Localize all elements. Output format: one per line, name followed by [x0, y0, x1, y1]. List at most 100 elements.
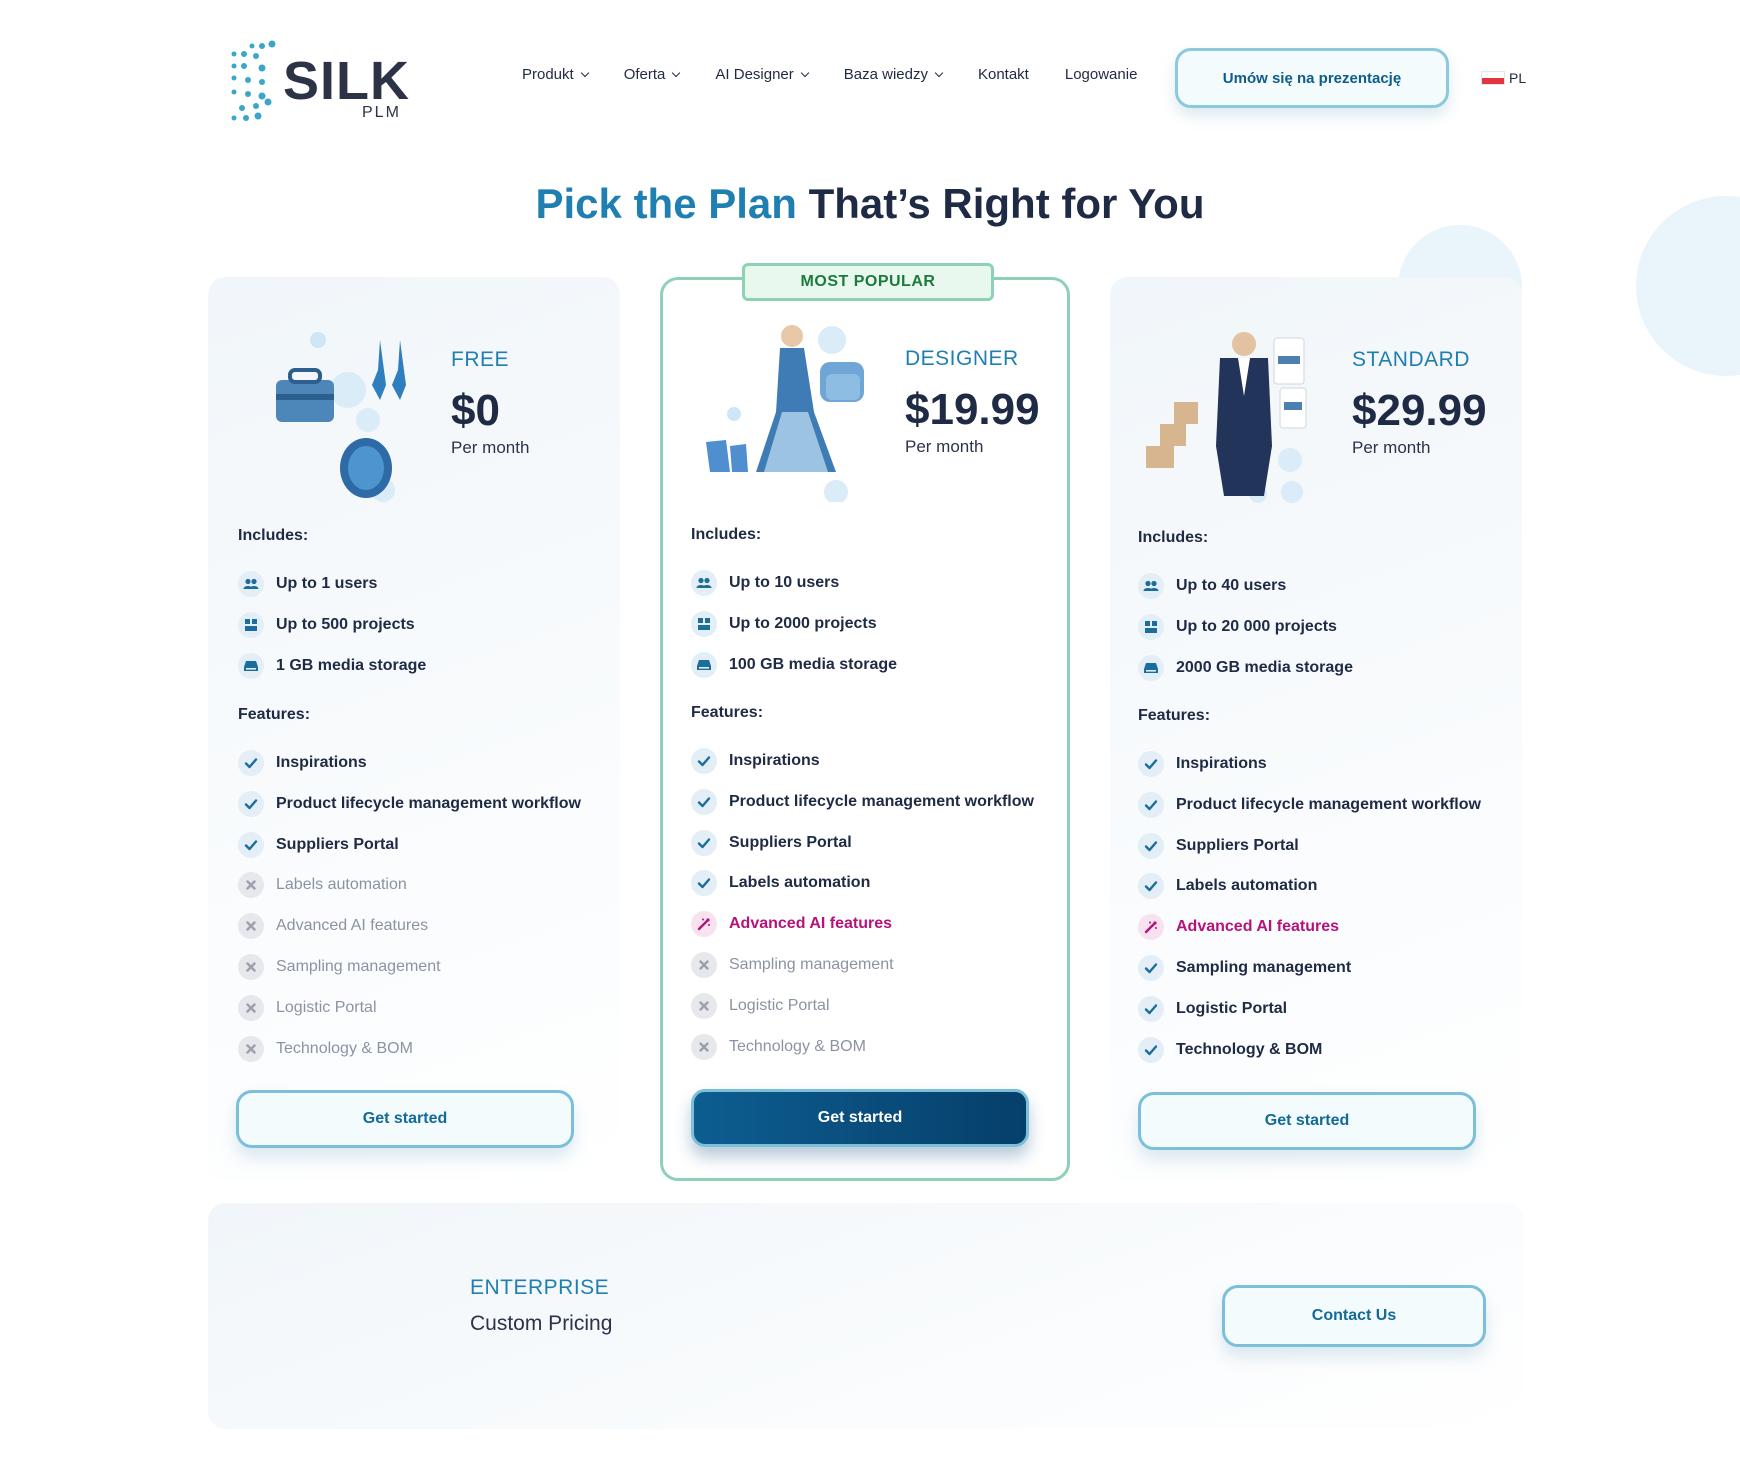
include-item-label: Up to 10 users: [729, 574, 840, 591]
check-icon: [238, 790, 264, 817]
check-icon: [1138, 791, 1164, 818]
nav-label: Oferta: [623, 66, 666, 83]
nav-item-oferta[interactable]: Oferta: [623, 66, 681, 83]
designer-plan-illustration: [706, 325, 864, 502]
users-icon: [238, 571, 264, 597]
users-icon: [1138, 573, 1164, 599]
get-started-button-free[interactable]: Get started: [236, 1090, 574, 1148]
page-title-accent: Pick the Plan: [535, 180, 797, 227]
storage-icon: [691, 651, 717, 678]
cross-icon: [691, 1033, 717, 1060]
logo-dots-icon: [231, 40, 276, 121]
feature-item: Labels automation: [1138, 873, 1318, 900]
feature-item-label: Technology & BOM: [276, 1039, 413, 1057]
nav-label: Kontakt: [977, 66, 1029, 83]
check-icon: [1138, 995, 1164, 1022]
feature-item-label: Advanced AI features: [1176, 918, 1340, 936]
feature-item-label: Labels automation: [276, 876, 407, 894]
site-header: SILK PLM Produkt Oferta AI Designer Baza…: [0, 0, 1740, 160]
include-item-label: Up to 20 000 projects: [1176, 617, 1337, 635]
feature-item-label: Advanced AI features: [729, 915, 893, 933]
logo-subtitle: PLM: [362, 104, 401, 121]
silk-plm-logo[interactable]: SILK PLM: [228, 40, 409, 128]
language-switcher[interactable]: PL: [1481, 70, 1526, 86]
feature-item: Logistic Portal: [691, 992, 830, 1019]
get-started-button-standard[interactable]: Get started: [1138, 1092, 1476, 1150]
feature-item-label: Sampling management: [729, 956, 894, 973]
cross-icon: [691, 952, 717, 978]
feature-item-label: Advanced AI features: [276, 917, 429, 935]
feature-item: Logistic Portal: [1138, 995, 1288, 1022]
book-demo-button[interactable]: Umów się na prezentację: [1175, 48, 1449, 108]
features-label: Features:: [691, 704, 764, 721]
chevron-down-icon: [934, 68, 944, 77]
feature-item: Technology & BOM: [691, 1033, 866, 1060]
projects-icon: [238, 611, 264, 638]
feature-item-label: Sampling management: [1176, 959, 1352, 976]
feature-item: Sampling management: [238, 954, 441, 980]
feature-item-label: Product lifecycle management workflow: [1176, 795, 1481, 813]
features-label: Features:: [238, 706, 311, 723]
include-item: Up to 1 users: [238, 571, 377, 597]
nav-label: AI Designer: [715, 66, 794, 83]
check-icon: [1138, 832, 1164, 859]
include-item-label: 100 GB media storage: [729, 655, 898, 673]
include-item: 1 GB media storage: [238, 652, 426, 679]
check-icon: [691, 870, 717, 897]
check-icon: [238, 750, 264, 776]
check-icon: [238, 831, 264, 858]
include-item-label: Up to 40 users: [1176, 577, 1287, 594]
include-item: 2000 GB media storage: [1138, 654, 1353, 681]
nav-item-produkt[interactable]: Produkt: [522, 66, 589, 83]
plan-name: FREE: [451, 348, 510, 371]
contact-us-button[interactable]: Contact Us: [1222, 1285, 1486, 1347]
projects-icon: [691, 610, 717, 637]
feature-item: Suppliers Portal: [238, 831, 399, 858]
cross-icon: [238, 872, 264, 899]
include-item: Up to 500 projects: [238, 611, 415, 638]
include-item: Up to 2000 projects: [691, 610, 877, 637]
include-item: Up to 10 users: [691, 570, 839, 596]
feature-item: Suppliers Portal: [691, 829, 852, 856]
feature-item-label: Product lifecycle management workflow: [276, 794, 581, 812]
chevron-down-icon: [580, 68, 589, 77]
include-item-label: Up to 500 projects: [276, 615, 415, 633]
check-icon: [691, 788, 717, 815]
feature-item-label: Logistic Portal: [729, 996, 830, 1014]
feature-item-label: Labels automation: [729, 874, 871, 892]
get-started-button-designer[interactable]: Get started: [691, 1089, 1029, 1147]
feature-item: Inspirations: [691, 748, 820, 774]
feature-item-label: Logistic Portal: [276, 998, 377, 1016]
feature-item-label: Inspirations: [729, 752, 820, 769]
include-item: Up to 40 users: [1138, 573, 1286, 599]
feature-item-label: Suppliers Portal: [1176, 836, 1299, 854]
nav-item-kontakt[interactable]: Kontakt: [978, 66, 1029, 83]
feature-item: Labels automation: [238, 872, 407, 899]
plan-name: STANDARD: [1352, 348, 1470, 371]
check-icon: [1138, 751, 1164, 777]
standard-plan-illustration: [1146, 332, 1307, 503]
feature-item-label: Labels automation: [1176, 877, 1318, 895]
feature-item-label: Inspirations: [276, 754, 367, 771]
nav-item-ai-designer[interactable]: AI Designer: [715, 66, 810, 83]
flag-pl-icon: [1481, 71, 1505, 85]
feature-item: Sampling management: [1138, 955, 1351, 981]
main-nav: Produkt Oferta AI Designer Baza wiedzy K…: [522, 66, 1173, 83]
storage-icon: [1138, 654, 1164, 681]
page-title: Pick the Plan That’s Right for You: [0, 180, 1740, 228]
plan-period: Per month: [905, 437, 984, 456]
feature-item: Sampling management: [691, 952, 894, 978]
include-item-label: Up to 2000 projects: [729, 614, 877, 632]
nav-item-baza-wiedzy[interactable]: Baza wiedzy: [844, 66, 944, 83]
cross-icon: [238, 913, 264, 940]
cross-icon: [238, 994, 264, 1021]
free-plan-illustration: [276, 332, 406, 502]
features-label: Features:: [1138, 707, 1211, 724]
feature-item: Inspirations: [1138, 751, 1267, 777]
plan-price: $0: [451, 386, 500, 435]
nav-item-logowanie[interactable]: Logowanie: [1065, 66, 1138, 83]
feature-item-label: Logistic Portal: [1176, 999, 1288, 1017]
include-item-label: 2000 GB media storage: [1176, 658, 1353, 676]
feature-item: Technology & BOM: [1138, 1036, 1322, 1063]
includes-label: Includes:: [691, 526, 762, 543]
